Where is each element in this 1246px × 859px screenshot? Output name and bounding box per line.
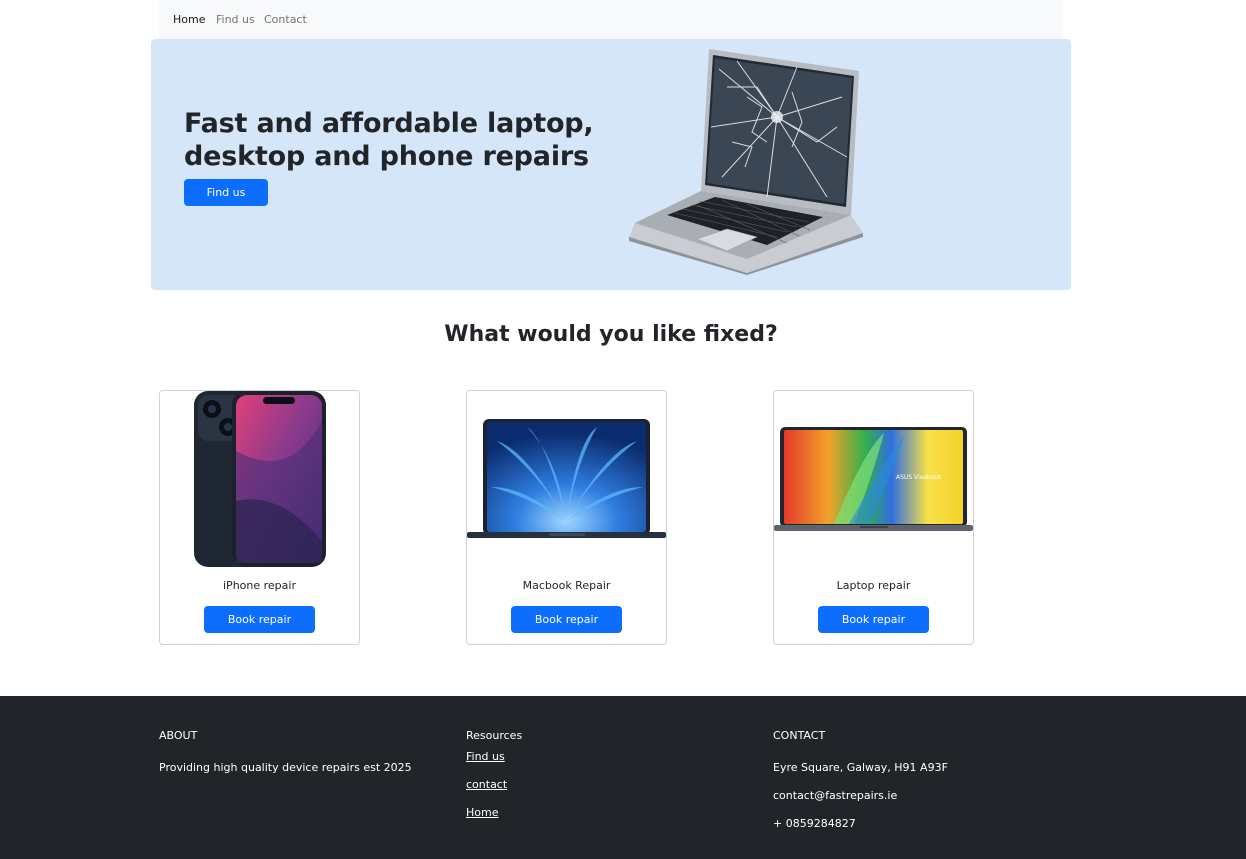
hero-title-line-1: Fast and affordable laptop, <box>184 108 594 139</box>
broken-laptop-image <box>629 49 863 275</box>
book-repair-button-laptop[interactable]: Book repair <box>818 606 929 633</box>
footer-about-text: Providing high quality device repairs es… <box>159 761 412 774</box>
card-title-laptop: Laptop repair <box>836 579 911 592</box>
card-title-iphone: iPhone repair <box>223 579 296 592</box>
service-card-iphone: iPhone repair Book repair <box>159 390 360 645</box>
footer-resources-heading: Resources <box>466 729 523 742</box>
section-heading: What would you like fixed? <box>444 322 778 347</box>
nav-link-contact[interactable]: Contact <box>264 13 307 26</box>
iphone-image <box>160 391 359 568</box>
macbook-image <box>467 391 666 568</box>
book-repair-button-iphone[interactable]: Book repair <box>204 606 315 633</box>
footer-about-heading: ABOUT <box>159 729 198 742</box>
footer-link-contact[interactable]: contact <box>466 778 507 791</box>
footer-phone: + 0859284827 <box>773 817 856 830</box>
book-repair-button-macbook[interactable]: Book repair <box>511 606 622 633</box>
find-us-button[interactable]: Find us <box>184 179 268 206</box>
card-title-macbook: Macbook Repair <box>522 579 611 592</box>
navbar: Home Find us Contact <box>159 0 1063 39</box>
hero-title: Fast and affordable laptop, desktop and … <box>184 107 604 173</box>
footer-contact-heading: CONTACT <box>773 729 826 742</box>
service-card-laptop: ASUS Vivobook Laptop repair Book repair <box>773 390 974 645</box>
footer: ABOUT Providing high quality device repa… <box>0 696 1246 859</box>
nav-link-find-us[interactable]: Find us <box>216 13 255 26</box>
footer-link-home[interactable]: Home <box>466 806 498 819</box>
footer-email: contact@fastrepairs.ie <box>773 789 898 802</box>
hero-title-line-2: desktop and phone repairs <box>184 141 589 172</box>
service-card-macbook: Macbook Repair Book repair <box>466 390 667 645</box>
svg-text:ASUS Vivobook: ASUS Vivobook <box>896 474 942 481</box>
footer-address: Eyre Square, Galway, H91 A93F <box>773 761 948 774</box>
laptop-image: ASUS Vivobook <box>774 391 973 568</box>
footer-link-find-us[interactable]: Find us <box>466 750 505 763</box>
hero-banner: Fast and affordable laptop, desktop and … <box>151 39 1071 290</box>
nav-link-home[interactable]: Home <box>173 13 205 26</box>
